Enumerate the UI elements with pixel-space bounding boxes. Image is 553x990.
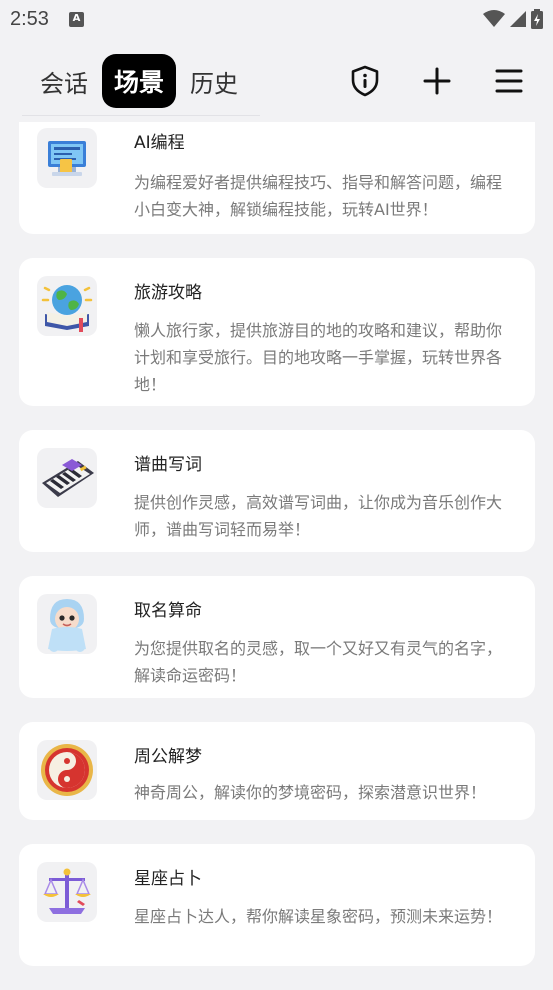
scales-icon [37, 862, 97, 922]
status-bar: 2:53 A [0, 0, 553, 38]
scene-description: 神奇周公，解读你的梦境密码，探索潜意识世界！ [134, 783, 487, 802]
scene-card[interactable]: 取名算命 为您提供取名的灵感，取一个又好又有灵气的名字，解读命运密码！ [19, 576, 535, 698]
shield-info-icon [351, 65, 379, 97]
notification-a-icon: A [68, 11, 84, 27]
scene-title: 星座占卜 [134, 869, 202, 889]
scene-card[interactable]: 周公解梦 神奇周公，解读你的梦境密码，探索潜意识世界！ [19, 722, 535, 820]
menu-icon [495, 69, 523, 93]
scene-title: 旅游攻略 [134, 283, 202, 303]
computer-icon [37, 128, 97, 188]
menu-button[interactable] [493, 65, 525, 97]
scene-description: 为编程爱好者提供编程技巧、指导和解答问题，编程小白变大神，解锁编程技能，玩转AI… [134, 173, 503, 219]
top-header: 会话 场景 历史 [0, 45, 553, 117]
privacy-button[interactable] [349, 65, 381, 97]
plus-icon [423, 67, 451, 95]
add-button[interactable] [421, 65, 453, 97]
scene-description: 星座占卜达人，帮你解读星象密码，预测未来运势！ [134, 907, 503, 926]
globe-book-icon [37, 276, 97, 336]
scene-description: 提供创作灵感，高效谱写词曲，让你成为音乐创作大师，谱曲写词轻而易举！ [134, 493, 503, 539]
scene-title: 取名算命 [134, 601, 202, 621]
tab-history[interactable]: 历史 [190, 64, 238, 99]
scene-description: 懒人旅行家，提供旅游目的地的攻略和建议，帮助你计划和享受旅行。目的地攻略一手掌握… [134, 321, 503, 394]
baby-icon [37, 594, 97, 654]
scene-card[interactable]: 谱曲写词 提供创作灵感，高效谱写词曲，让你成为音乐创作大师，谱曲写词轻而易举！ [19, 430, 535, 552]
scene-description: 为您提供取名的灵感，取一个又好又有灵气的名字，解读命运密码！ [134, 639, 503, 685]
scene-card[interactable]: 旅游攻略 懒人旅行家，提供旅游目的地的攻略和建议，帮助你计划和享受旅行。目的地攻… [19, 258, 535, 406]
scene-list: AI编程 为编程爱好者提供编程技巧、指导和解答问题，编程小白变大神，解锁编程技能… [19, 122, 535, 990]
status-time: 2:53 [10, 7, 49, 30]
keyboard-icon [37, 448, 97, 508]
scene-title: 谱曲写词 [134, 455, 202, 475]
yin-yang-icon [37, 740, 97, 800]
wifi-icon [483, 10, 505, 27]
tab-scenes[interactable]: 场景 [102, 54, 177, 108]
scene-card[interactable]: 星座占卜 星座占卜达人，帮你解读星象密码，预测未来运势！ [19, 844, 535, 966]
tab-bar: 会话 场景 历史 [0, 45, 261, 117]
battery-icon [531, 9, 543, 29]
scene-title: 周公解梦 [134, 747, 202, 767]
scene-card[interactable]: AI编程 为编程爱好者提供编程技巧、指导和解答问题，编程小白变大神，解锁编程技能… [19, 122, 535, 234]
tab-chat[interactable]: 会话 [40, 64, 88, 99]
signal-icon [510, 11, 526, 27]
scene-title: AI编程 [134, 133, 185, 153]
